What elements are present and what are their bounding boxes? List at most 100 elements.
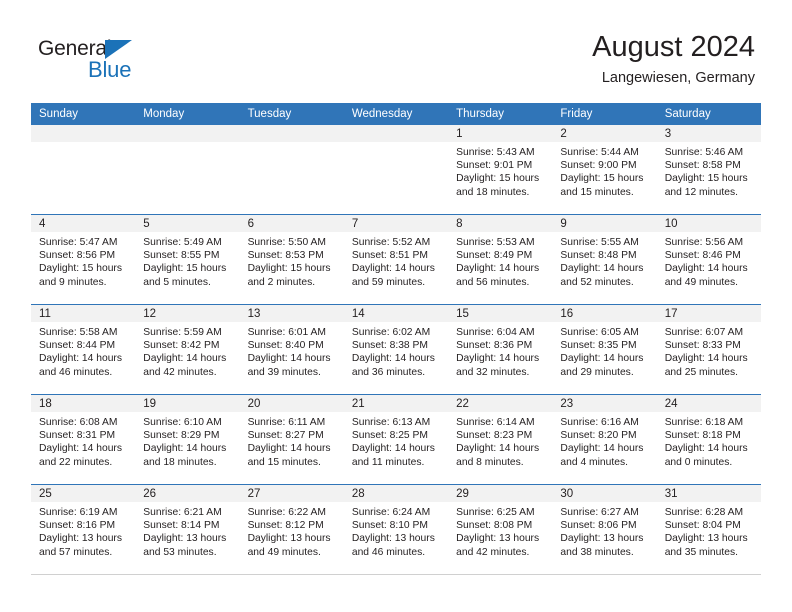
calendar-header-row: Sunday Monday Tuesday Wednesday Thursday Frid…	[31, 103, 761, 125]
daylight-duration-line2: and 25 minutes.	[664, 366, 738, 378]
daylight-duration-line2: and 46 minutes.	[351, 546, 426, 558]
day-number	[135, 125, 240, 142]
calendar-day-cell[interactable]: 11 Sunrise: 5:58 AM Sunset: 8:44 PM Dayligh…	[31, 304, 136, 395]
calendar-day-cell[interactable]: 22 Sunrise: 6:14 AM Sunset: 8:23 PM Dayligh…	[448, 394, 553, 485]
daylight-duration-line2: and 59 minutes.	[351, 276, 426, 288]
sunrise-time: Sunrise: 6:28 AM	[664, 507, 744, 518]
day-number: 11	[31, 305, 136, 322]
daylight-duration-line1: Daylight: 15 hours	[39, 263, 122, 275]
day-number	[31, 125, 136, 142]
calendar-day-cell[interactable]: 28 Sunrise: 6:24 AM Sunset: 8:10 PM Dayligh…	[343, 484, 449, 575]
calendar-day-cell[interactable]: 20 Sunrise: 6:11 AM Sunset: 8:27 PM Dayligh…	[239, 394, 344, 485]
sunrise-time: Sunrise: 6:21 AM	[143, 507, 222, 518]
calendar-day-cell[interactable]: 17 Sunrise: 6:07 AM Sunset: 8:33 PM Dayligh…	[656, 304, 761, 395]
day-number: 20	[239, 395, 344, 412]
sunset-time: Sunset: 8:14 PM	[143, 520, 220, 532]
day-sun-details: Sunrise: 5:58 AM Sunset: 8:44 PM Daylight:…	[31, 322, 135, 379]
day-number: 30	[552, 485, 657, 502]
day-number: 8	[448, 215, 553, 232]
sunrise-time: Sunrise: 6:14 AM	[456, 417, 535, 428]
calendar-day-cell[interactable]: 25 Sunrise: 6:19 AM Sunset: 8:16 PM Dayligh…	[31, 484, 136, 575]
sunset-time: Sunset: 8:49 PM	[456, 250, 533, 262]
page-subtitle-location: Langewiesen, Germany	[601, 70, 755, 86]
calendar-day-cell[interactable]: 2 Sunrise: 5:44 AM Sunset: 9:00 PM Daylight…	[552, 125, 657, 215]
day-number: 16	[552, 305, 657, 322]
general-blue-logo[interactable]: General Blue	[38, 38, 168, 86]
sunrise-time: Sunrise: 5:44 AM	[560, 147, 639, 158]
day-sun-details: Sunrise: 5:52 AM Sunset: 8:51 PM Daylight:…	[344, 232, 448, 289]
sunset-time: Sunset: 8:58 PM	[664, 160, 741, 172]
calendar-week-row: 1 Sunrise: 5:43 AM Sunset: 9:01 PM Daylight…	[31, 125, 761, 215]
daylight-duration-line1: Daylight: 15 hours	[560, 173, 644, 185]
calendar-day-cell[interactable]: 3 Sunrise: 5:46 AM Sunset: 8:58 PM Daylight…	[656, 125, 761, 215]
sunrise-time: Sunrise: 5:56 AM	[664, 237, 744, 248]
calendar-day-cell[interactable]: 19 Sunrise: 6:10 AM Sunset: 8:29 PM Dayligh…	[135, 394, 240, 485]
weekday-header-monday: Monday	[135, 103, 240, 125]
daylight-duration-line2: and 4 minutes.	[560, 456, 628, 468]
sunrise-time: Sunrise: 6:11 AM	[247, 417, 326, 428]
calendar-day-cell[interactable]: 24 Sunrise: 6:18 AM Sunset: 8:18 PM Dayligh…	[656, 394, 761, 485]
day-number: 4	[31, 215, 136, 232]
sunrise-time: Sunrise: 5:47 AM	[39, 237, 118, 248]
calendar-day-cell[interactable]: 9 Sunrise: 5:55 AM Sunset: 8:48 PM Daylight…	[552, 214, 657, 305]
calendar-day-cell[interactable]: 16 Sunrise: 6:05 AM Sunset: 8:35 PM Dayligh…	[552, 304, 657, 395]
calendar-day-cell[interactable]: 21 Sunrise: 6:13 AM Sunset: 8:25 PM Dayligh…	[343, 394, 449, 485]
day-number: 26	[135, 485, 240, 502]
day-number: 10	[656, 215, 761, 232]
daylight-duration-line1: Daylight: 14 hours	[456, 353, 540, 365]
sunset-time: Sunset: 8:40 PM	[247, 340, 324, 352]
day-number: 25	[31, 485, 136, 502]
calendar-day-cell[interactable]: 7 Sunrise: 5:52 AM Sunset: 8:51 PM Daylight…	[343, 214, 449, 305]
sunset-time: Sunset: 8:23 PM	[456, 430, 533, 442]
sunset-time: Sunset: 8:12 PM	[247, 520, 324, 532]
calendar-day-cell[interactable]: 30 Sunrise: 6:27 AM Sunset: 8:06 PM Dayligh…	[552, 484, 657, 575]
calendar-day-cell[interactable]: 31 Sunrise: 6:28 AM Sunset: 8:04 PM Dayligh…	[656, 484, 761, 575]
calendar-day-cell[interactable]: 8 Sunrise: 5:53 AM Sunset: 8:49 PM Daylight…	[448, 214, 553, 305]
logo-text-blue: Blue	[88, 57, 132, 82]
day-number	[343, 125, 449, 142]
day-number: 18	[31, 395, 136, 412]
day-number: 31	[656, 485, 761, 502]
daylight-duration-line1: Daylight: 14 hours	[39, 353, 122, 365]
calendar-day-cell-empty	[343, 125, 449, 215]
calendar-day-cell[interactable]: 26 Sunrise: 6:21 AM Sunset: 8:14 PM Dayligh…	[135, 484, 240, 575]
calendar-day-cell[interactable]: 6 Sunrise: 5:50 AM Sunset: 8:53 PM Daylight…	[239, 214, 344, 305]
sunrise-time: Sunrise: 5:55 AM	[560, 237, 639, 248]
day-number: 5	[135, 215, 240, 232]
sunrise-time: Sunrise: 6:02 AM	[351, 327, 431, 338]
daylight-duration-line1: Daylight: 15 hours	[664, 173, 748, 185]
calendar-day-cell[interactable]: 5 Sunrise: 5:49 AM Sunset: 8:55 PM Daylight…	[135, 214, 240, 305]
calendar-day-cell[interactable]: 13 Sunrise: 6:01 AM Sunset: 8:40 PM Dayligh…	[239, 304, 344, 395]
calendar-day-cell[interactable]: 14 Sunrise: 6:02 AM Sunset: 8:38 PM Dayligh…	[343, 304, 449, 395]
calendar-day-cell[interactable]: 1 Sunrise: 5:43 AM Sunset: 9:01 PM Daylight…	[448, 125, 553, 215]
daylight-duration-line2: and 56 minutes.	[456, 276, 530, 288]
calendar-day-cell[interactable]: 18 Sunrise: 6:08 AM Sunset: 8:31 PM Dayligh…	[31, 394, 136, 485]
daylight-duration-line1: Daylight: 14 hours	[664, 353, 748, 365]
sunset-time: Sunset: 8:08 PM	[456, 520, 533, 532]
calendar-day-cell[interactable]: 15 Sunrise: 6:04 AM Sunset: 8:36 PM Dayligh…	[448, 304, 553, 395]
calendar-day-cell[interactable]: 10 Sunrise: 5:56 AM Sunset: 8:46 PM Dayligh…	[656, 214, 761, 305]
day-sun-details: Sunrise: 5:49 AM Sunset: 8:55 PM Daylight:…	[135, 232, 239, 289]
sunrise-time: Sunrise: 6:13 AM	[351, 417, 431, 428]
daylight-duration-line2: and 29 minutes.	[560, 366, 634, 378]
daylight-duration-line1: Daylight: 15 hours	[143, 263, 227, 275]
sunrise-time: Sunrise: 6:25 AM	[456, 507, 535, 518]
sunset-time: Sunset: 8:55 PM	[143, 250, 220, 262]
calendar-day-cell[interactable]: 29 Sunrise: 6:25 AM Sunset: 8:08 PM Dayligh…	[448, 484, 553, 575]
sunset-time: Sunset: 8:06 PM	[560, 520, 637, 532]
daylight-duration-line2: and 8 minutes.	[456, 456, 524, 468]
daylight-duration-line2: and 42 minutes.	[456, 546, 530, 558]
calendar-day-cell[interactable]: 23 Sunrise: 6:16 AM Sunset: 8:20 PM Dayligh…	[552, 394, 657, 485]
day-sun-details: Sunrise: 5:46 AM Sunset: 8:58 PM Daylight:…	[657, 142, 761, 199]
day-sun-details: Sunrise: 5:53 AM Sunset: 8:49 PM Daylight:…	[448, 232, 552, 289]
calendar-day-cell[interactable]: 12 Sunrise: 5:59 AM Sunset: 8:42 PM Dayligh…	[135, 304, 240, 395]
daylight-duration-line2: and 15 minutes.	[560, 186, 634, 198]
daylight-duration-line2: and 36 minutes.	[351, 366, 426, 378]
calendar-day-cell[interactable]: 4 Sunrise: 5:47 AM Sunset: 8:56 PM Daylight…	[31, 214, 136, 305]
daylight-duration-line1: Daylight: 13 hours	[664, 533, 748, 545]
calendar-day-cell[interactable]: 27 Sunrise: 6:22 AM Sunset: 8:12 PM Dayligh…	[239, 484, 344, 575]
calendar-day-cell-empty	[31, 125, 136, 215]
daylight-duration-line2: and 2 minutes.	[247, 276, 316, 288]
weekday-header-thursday: Thursday	[448, 103, 553, 125]
daylight-duration-line2: and 57 minutes.	[39, 546, 113, 558]
